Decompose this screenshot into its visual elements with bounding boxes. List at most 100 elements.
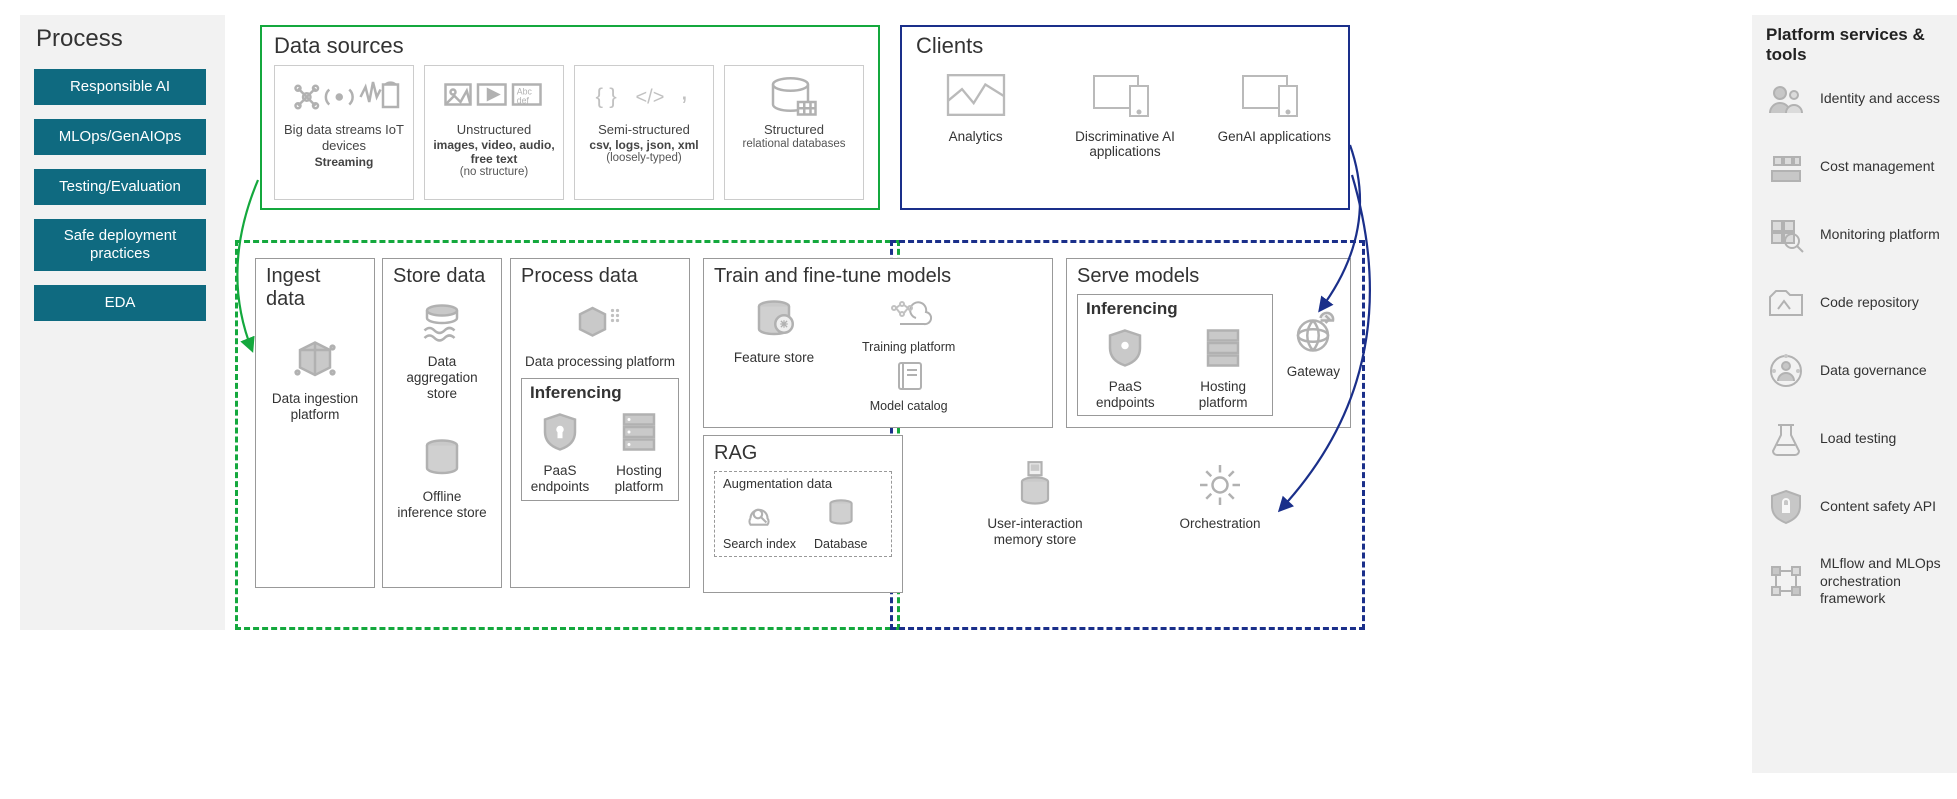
devices-icon xyxy=(1090,65,1160,125)
serve-host-label: Hosting platform xyxy=(1183,379,1264,411)
governance-icon xyxy=(1766,351,1806,391)
ds-streaming-sub: Streaming xyxy=(315,155,374,169)
paas-label: PaaS endpoints xyxy=(530,463,590,495)
clients-title: Clients xyxy=(916,33,1334,59)
shield-icon xyxy=(535,407,585,457)
client-genai-label: GenAI applications xyxy=(1218,129,1331,144)
cloud-search-icon xyxy=(734,495,784,531)
train-title: Train and fine-tune models xyxy=(714,265,1042,288)
database-icon xyxy=(417,433,467,483)
cube-icon xyxy=(290,335,340,385)
process-inf-title: Inferencing xyxy=(530,383,670,403)
client-disc-label: Discriminative AI applications xyxy=(1065,129,1184,159)
process-btn-testing[interactable]: Testing/Evaluation xyxy=(34,169,206,205)
feature-store-label: Feature store xyxy=(734,350,814,366)
svc-monitoring: Monitoring platform xyxy=(1766,215,1943,255)
ds-semi-note: (loosely-typed) xyxy=(606,152,681,164)
store-offline-label: Offline inference store xyxy=(393,489,491,521)
process-box-title: Process data xyxy=(521,265,679,288)
serve-inferencing-box: Inferencing PaaS endpoints Hosting platf… xyxy=(1077,294,1273,416)
unstructured-icon: Abcdef xyxy=(438,72,551,122)
svc-load-label: Load testing xyxy=(1820,430,1896,448)
process-btn-mlops[interactable]: MLOps/GenAIOps xyxy=(34,119,206,155)
ds-semi-label: Semi-structured xyxy=(592,122,696,138)
cube-dots-icon xyxy=(575,298,625,348)
ds-semi-sub: csv, logs, json, xml xyxy=(589,138,698,152)
shield-lock-icon xyxy=(1766,487,1806,527)
flow-icon xyxy=(1766,561,1806,601)
model-catalog-label: Model catalog xyxy=(870,399,948,414)
serve-paas-label: PaaS endpoints xyxy=(1086,379,1165,411)
streaming-icon xyxy=(288,72,401,122)
beaker-icon xyxy=(1766,419,1806,459)
lake-icon xyxy=(417,298,467,348)
ingest-title: Ingest data xyxy=(266,265,364,311)
process-btn-eda[interactable]: EDA xyxy=(34,285,206,321)
analytics-icon xyxy=(941,65,1011,125)
platform-title: Platform services & tools xyxy=(1766,25,1943,65)
devices-icon-2 xyxy=(1239,65,1309,125)
train-box: Train and fine-tune models Feature store… xyxy=(703,258,1053,428)
server-icon xyxy=(614,407,664,457)
svg-text:def: def xyxy=(517,95,530,105)
process-heading: Process xyxy=(36,25,211,53)
ds-unstructured-sub: images, video, audio, free text xyxy=(425,138,563,166)
client-analytics: Analytics xyxy=(916,65,1035,159)
shield-icon-2 xyxy=(1100,323,1150,373)
ingest-data-box: Ingest data Data ingestion platform xyxy=(255,258,375,588)
serve-title: Serve models xyxy=(1077,265,1340,288)
book-icon xyxy=(884,359,934,393)
cost-icon xyxy=(1766,147,1806,187)
structured-icon xyxy=(763,72,826,122)
repo-icon xyxy=(1766,283,1806,323)
client-discriminative: Discriminative AI applications xyxy=(1065,65,1184,159)
memory-store-icon xyxy=(1010,460,1060,510)
svc-mlflow-label: MLflow and MLOps orchestration framework xyxy=(1820,555,1943,608)
process-btn-responsible-ai[interactable]: Responsible AI xyxy=(34,69,206,105)
uim-node: User-interaction memory store xyxy=(965,460,1105,548)
identity-icon xyxy=(1766,79,1806,119)
serve-box: Serve models Inferencing PaaS endpoints … xyxy=(1066,258,1351,428)
clients-pane: Clients Analytics Discriminative AI appl… xyxy=(900,25,1350,210)
svc-code-label: Code repository xyxy=(1820,294,1919,312)
uim-label: User-interaction memory store xyxy=(965,516,1105,548)
store-data-box: Store data Data aggregation store Offlin… xyxy=(382,258,502,588)
client-analytics-label: Analytics xyxy=(949,129,1003,144)
svc-safety: Content safety API xyxy=(1766,487,1943,527)
ds-unstructured-label: Unstructured xyxy=(451,122,537,138)
aug-title: Augmentation data xyxy=(723,476,883,491)
orch-node: Orchestration xyxy=(1150,460,1290,532)
process-inferencing-box: Inferencing PaaS endpoints Hosting platf… xyxy=(521,378,679,500)
ds-streaming-label: Big data streams IoT devices xyxy=(275,122,413,155)
globe-arrow-icon xyxy=(1288,308,1338,358)
host-label: Hosting platform xyxy=(608,463,670,495)
process-btn-safe-deploy[interactable]: Safe deployment practices xyxy=(34,219,206,271)
svc-safety-label: Content safety API xyxy=(1820,498,1936,516)
search-index-label: Search index xyxy=(723,537,796,552)
process-node-label: Data processing platform xyxy=(525,354,675,370)
ds-unstructured-note: (no structure) xyxy=(460,166,528,178)
rag-box: RAG Augmentation data Search index Datab… xyxy=(703,435,903,593)
data-sources-pane: Data sources Big data streams IoT device… xyxy=(260,25,880,210)
svc-cost: Cost management xyxy=(1766,147,1943,187)
svc-mlflow: MLflow and MLOps orchestration framework xyxy=(1766,555,1943,608)
orch-label: Orchestration xyxy=(1179,516,1260,532)
architecture-diagram: Process Responsible AI MLOps/GenAIOps Te… xyxy=(10,10,1957,789)
svc-identity-label: Identity and access xyxy=(1820,90,1940,108)
rag-db-label: Database xyxy=(814,537,868,552)
ds-structured-label: Structured xyxy=(758,122,830,138)
monitoring-icon xyxy=(1766,215,1806,255)
client-genai: GenAI applications xyxy=(1215,65,1334,159)
svc-identity: Identity and access xyxy=(1766,79,1943,119)
process-panel: Process Responsible AI MLOps/GenAIOps Te… xyxy=(20,15,225,630)
ingest-node-label: Data ingestion platform xyxy=(266,391,364,423)
ds-streaming: Big data streams IoT devices Streaming xyxy=(274,65,414,200)
rag-title: RAG xyxy=(714,442,892,465)
svg-text:,: , xyxy=(680,75,688,106)
svc-code: Code repository xyxy=(1766,283,1943,323)
db-icon xyxy=(816,495,866,531)
ds-structured-note: relational databases xyxy=(743,138,846,150)
ds-unstructured: Abcdef Unstructured images, video, audio… xyxy=(424,65,564,200)
svg-text:{ }: { } xyxy=(595,83,617,108)
gear-icon xyxy=(1195,460,1245,510)
